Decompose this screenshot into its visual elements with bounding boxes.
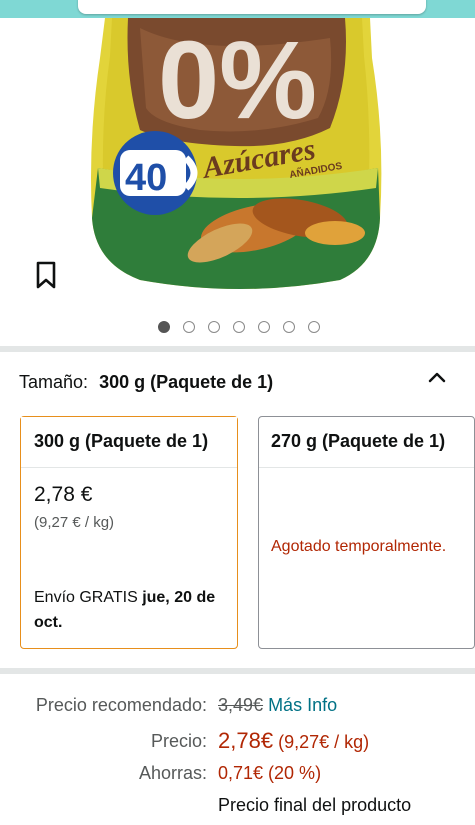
- size-option-card[interactable]: 270 g (Paquete de 1) Agotado temporalmen…: [258, 416, 475, 649]
- shipping-prefix: Envío GRATIS: [34, 589, 138, 606]
- option-price: 2,78 €: [34, 483, 93, 506]
- price-row: 2,78€ (9,27€ / kg): [218, 728, 369, 754]
- brand-number: 40: [125, 157, 167, 199]
- carousel-dot[interactable]: [232, 321, 245, 333]
- recommended-price-value: 3,49€: [218, 695, 264, 715]
- carousel-dot[interactable]: [257, 321, 270, 333]
- option-unit-price: (9,27 € / kg): [34, 514, 115, 531]
- chevron-up-icon[interactable]: [427, 370, 447, 384]
- carousel-dot[interactable]: [207, 321, 220, 333]
- carousel-dot[interactable]: [182, 321, 195, 333]
- final-price-note: Precio final del producto: [218, 795, 412, 815]
- savings-label: Ahorras:: [138, 763, 207, 783]
- carousel-dot[interactable]: [157, 321, 170, 333]
- recommended-price-label: Precio recomendado:: [35, 695, 207, 715]
- product-image-carousel[interactable]: 0% 40 Azúcares AÑADIDOS: [0, 18, 475, 348]
- size-label: Tamaño:: [19, 372, 89, 392]
- price-unit: (9,27€ / kg): [278, 732, 370, 752]
- carousel-indicators: [0, 321, 475, 333]
- option-shipping: Envío GRATIS jue, 20 de oct.: [34, 585, 229, 635]
- size-option-card-selected[interactable]: 300 g (Paquete de 1) 2,78 € (9,27 € / kg…: [20, 416, 238, 649]
- search-bar[interactable]: [78, 0, 426, 14]
- price-value: 2,78€: [218, 728, 274, 753]
- savings-value: 0,71€ (20 %): [218, 763, 322, 783]
- product-image: 0% 40 Azúcares AÑADIDOS: [91, 18, 382, 289]
- product-badge-text: 0%: [158, 19, 317, 142]
- bookmark-icon[interactable]: [34, 260, 58, 290]
- price-label: Precio:: [150, 731, 207, 751]
- recommended-price-row: 3,49€ Más Info: [218, 695, 337, 716]
- section-divider: [0, 668, 475, 674]
- carousel-dot[interactable]: [282, 321, 295, 333]
- option-title: 270 g (Paquete de 1): [259, 417, 474, 468]
- option-title: 300 g (Paquete de 1): [21, 417, 237, 468]
- size-selected-value: 300 g (Paquete de 1): [99, 372, 274, 392]
- option-status: Agotado temporalmente.: [271, 538, 447, 555]
- section-divider: [0, 346, 475, 352]
- carousel-dot[interactable]: [307, 321, 320, 333]
- more-info-link[interactable]: Más Info: [268, 695, 337, 715]
- size-selector-header[interactable]: Tamaño: 300 g (Paquete de 1): [19, 372, 273, 393]
